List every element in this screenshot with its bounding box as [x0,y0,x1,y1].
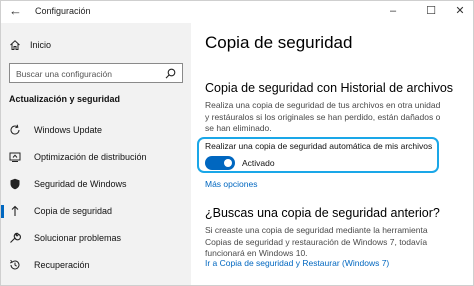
auto-backup-toggle-label: Realizar una copia de seguridad automáti… [205,141,433,151]
home-label: Inicio [30,40,52,50]
close-button[interactable]: ✕ [450,2,470,20]
title-bar: ← Configuración – ☐ ✕ [1,1,473,23]
settings-window: ← Configuración – ☐ ✕ Inicio Actualizaci… [0,0,474,286]
windows7-backup-link[interactable]: Ir a Copia de seguridad y Restaurar (Win… [205,258,389,268]
main-content: Copia de seguridad Copia de seguridad co… [191,23,473,285]
sidebar-item-windows-update[interactable]: Windows Update [1,119,191,141]
refresh-icon [9,124,21,136]
more-options-link[interactable]: Más opciones [205,179,257,189]
minimize-button[interactable]: – [383,2,403,20]
maximize-button[interactable]: ☐ [421,2,441,20]
window-title: Configuración [35,6,91,16]
home-link[interactable]: Inicio [9,37,51,53]
page-title: Copia de seguridad [205,33,353,52]
sidebar-item-label: Copia de seguridad [34,206,113,216]
sidebar-section-title: Actualización y seguridad [9,94,121,104]
sidebar-item-label: Optimización de distribución [34,152,147,162]
file-history-heading: Copia de seguridad con Historial de arch… [205,81,454,95]
wrench-icon [9,232,21,244]
sidebar: Inicio Actualización y seguridad Windows… [1,23,191,285]
backup-arrow-icon [9,205,21,217]
older-backup-description: Si creaste una copia de seguridad median… [205,225,428,258]
auto-backup-toggle[interactable] [205,156,235,170]
sidebar-item-label: Recuperación [34,260,90,270]
sidebar-item-label: Windows Update [34,125,103,135]
sidebar-item-recovery[interactable]: Recuperación [1,254,191,276]
toggle-state-label: Activado [242,158,275,168]
sidebar-item-backup[interactable]: Copia de seguridad [1,200,191,222]
search-input[interactable] [16,67,166,80]
shield-icon [9,178,21,190]
sidebar-item-delivery-optimization[interactable]: Optimización de distribución [1,146,191,168]
sidebar-item-windows-security[interactable]: Seguridad de Windows [1,173,191,195]
toggle-knob [224,159,232,167]
file-history-description: Realiza una copia de seguridad de tus ar… [205,100,441,133]
search-icon[interactable] [165,68,176,79]
sidebar-item-label: Seguridad de Windows [34,179,127,189]
back-arrow-icon[interactable]: ← [9,3,25,19]
recovery-icon [9,259,21,271]
sidebar-item-troubleshoot[interactable]: Solucionar problemas [1,227,191,249]
older-backup-heading: ¿Buscas una copia de seguridad anterior? [205,206,440,220]
sidebar-item-label: Solucionar problemas [34,233,122,243]
delivery-optimization-icon [9,151,21,163]
search-box[interactable] [9,63,183,83]
home-icon [10,40,20,50]
